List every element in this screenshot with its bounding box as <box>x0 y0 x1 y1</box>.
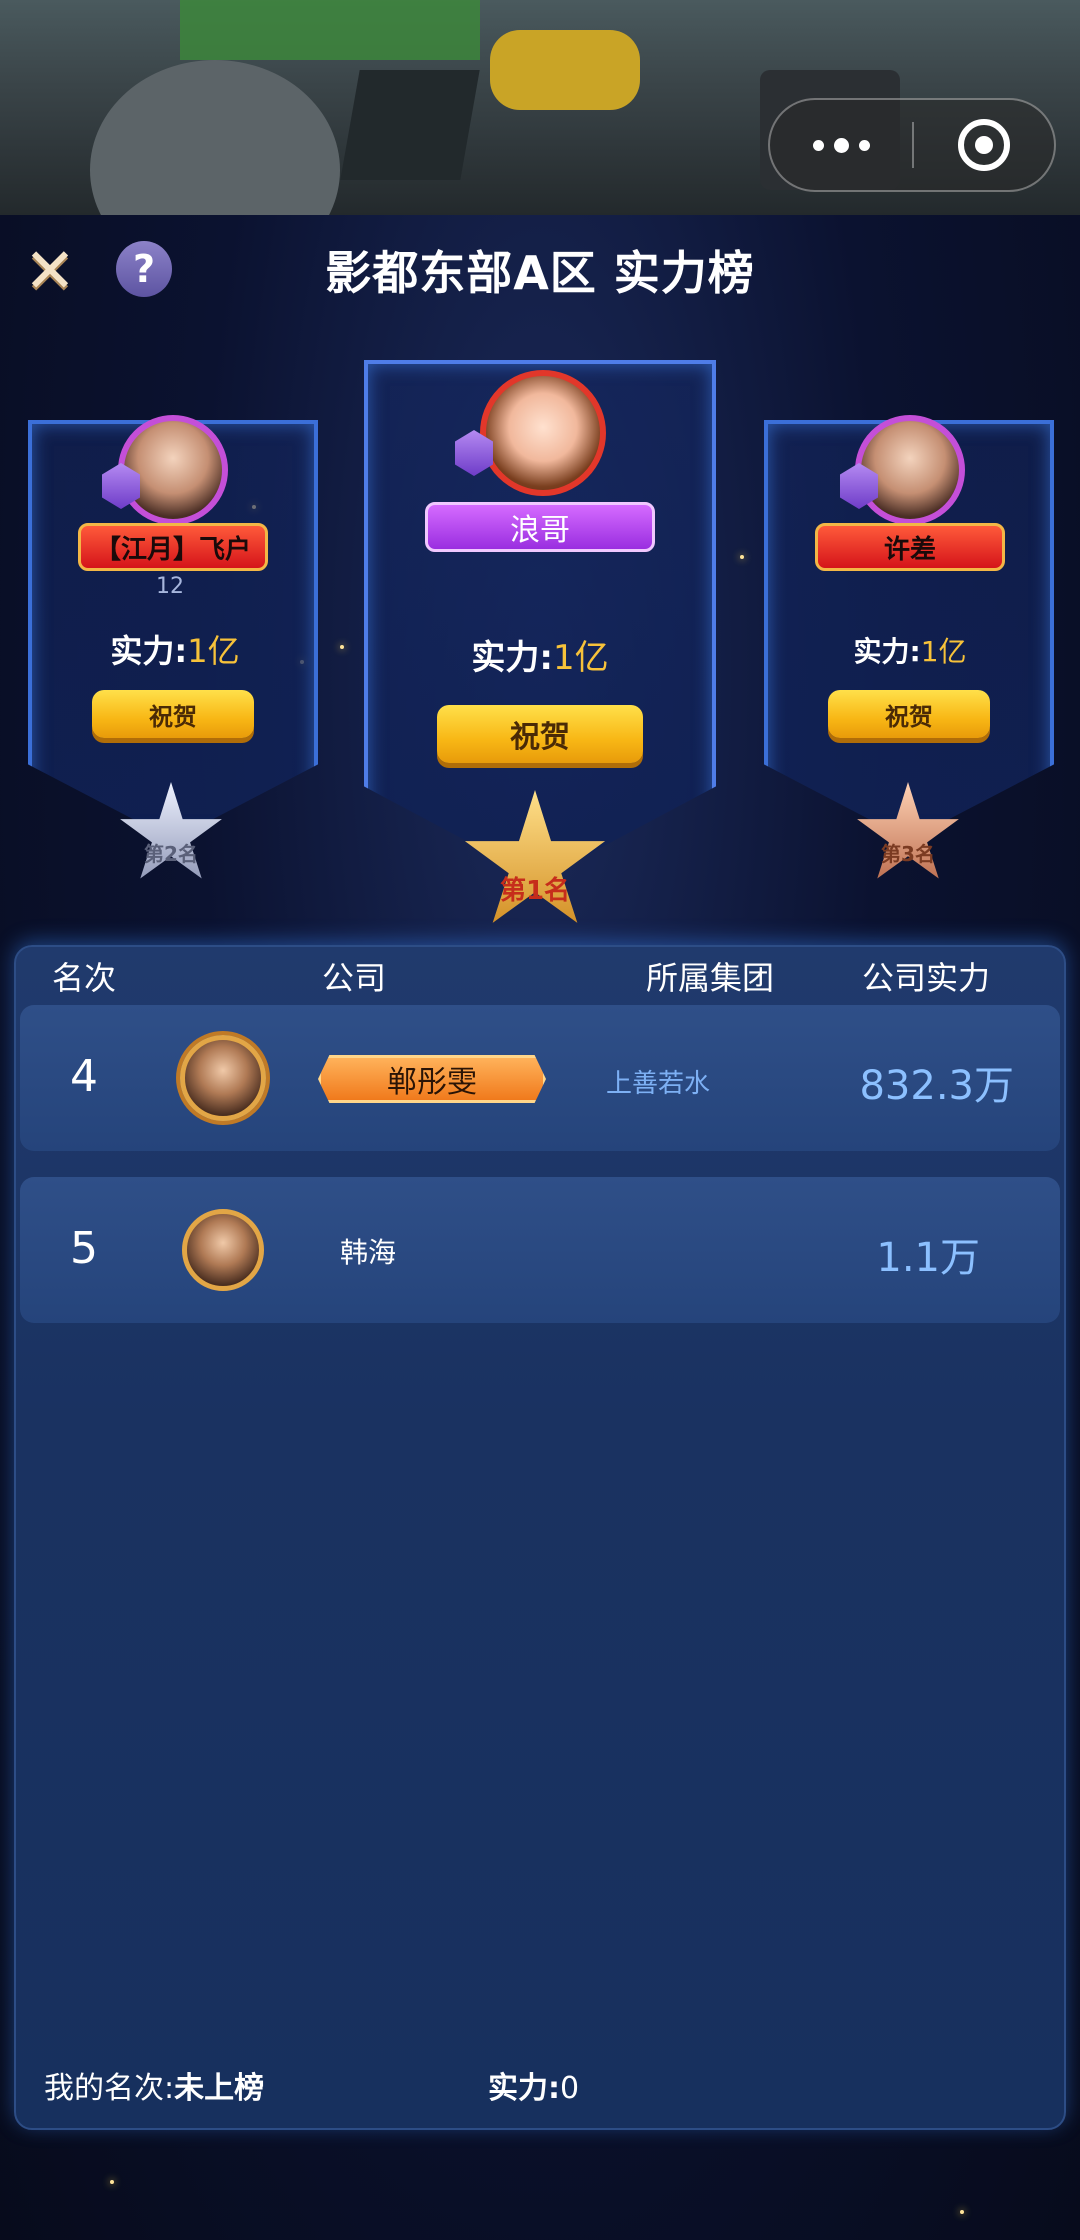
rank-1-power: 实力:1亿 <box>471 638 609 678</box>
col-power: 公司实力 <box>862 959 991 997</box>
table-header: 名次 公司 所属集团 公司实力 <box>16 947 1064 997</box>
row-company: 韩海 <box>340 1236 397 1269</box>
table-row[interactable]: 5 韩海 1.1万 <box>20 1177 1060 1323</box>
rank-2-level: 12 <box>156 574 184 599</box>
row-power: 832.3万 <box>859 1063 1014 1109</box>
rank-1-medal-label: 第1名 <box>499 876 571 906</box>
page-title: 影都东部A区 实力榜 <box>325 246 755 300</box>
target-icon[interactable] <box>914 100 1054 190</box>
row-power: 1.1万 <box>876 1235 980 1281</box>
my-power: 实力:0 <box>488 2071 580 2106</box>
avatar[interactable] <box>855 415 965 525</box>
rank-1-name: 浪哥 <box>425 502 655 552</box>
avatar[interactable] <box>182 1209 264 1291</box>
avatar[interactable] <box>480 370 606 496</box>
rank-3-name: 许差 <box>815 523 1005 571</box>
more-dots-icon[interactable] <box>770 100 912 190</box>
table-row[interactable]: 4 郸彤雯 上善若水 832.3万 <box>20 1005 1060 1151</box>
help-icon[interactable]: ? <box>116 241 172 297</box>
podium: 【江月】飞户 12 实力:1亿 祝贺 第2名 浪哥 实力:1亿 祝贺 第1名 许… <box>0 330 1080 930</box>
my-rank: 我的名次:未上榜 <box>44 2071 265 2106</box>
rank-2-congrats-button[interactable]: 祝贺 <box>92 690 254 738</box>
col-group: 所属集团 <box>646 959 775 997</box>
mini-program-capsule <box>768 98 1056 192</box>
rank-1-congrats-button[interactable]: 祝贺 <box>437 705 643 763</box>
close-icon[interactable]: ✕ <box>20 240 80 302</box>
ranking-table[interactable]: 名次 公司 所属集团 公司实力 4 郸彤雯 上善若水 832.3万 5 韩海 1… <box>14 945 1066 2130</box>
avatar[interactable] <box>118 415 228 525</box>
col-company: 公司 <box>322 959 387 997</box>
col-rank: 名次 <box>52 959 117 997</box>
avatar[interactable] <box>180 1035 266 1121</box>
rank-3-medal-label: 第3名 <box>881 842 935 866</box>
rank-2-name: 【江月】飞户 <box>78 523 268 571</box>
row-rank: 4 <box>70 1051 98 1102</box>
header: ✕ ? 影都东部A区 实力榜 <box>0 215 1080 315</box>
game-scene-banner <box>0 0 1080 215</box>
row-rank: 5 <box>70 1223 98 1274</box>
rank-2-power: 实力:1亿 <box>110 632 240 670</box>
my-rank-footer: 我的名次:未上榜 实力:0 <box>14 2050 1066 2120</box>
rank-3-power: 实力:1亿 <box>853 635 967 668</box>
row-group: 上善若水 <box>606 1069 711 1099</box>
row-company: 郸彤雯 <box>318 1055 546 1103</box>
rank-3-congrats-button[interactable]: 祝贺 <box>828 690 990 738</box>
rank-2-medal-label: 第2名 <box>144 842 198 866</box>
